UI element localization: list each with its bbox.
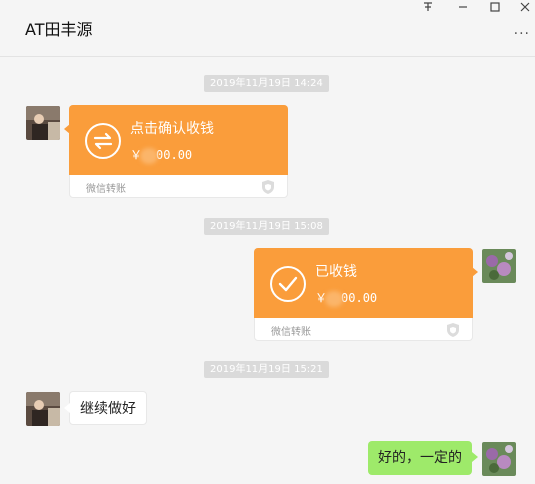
avatar[interactable] bbox=[26, 106, 60, 140]
message-text: 好的，一定的 bbox=[378, 450, 462, 466]
timestamp: 2019年11月19日 15:08 bbox=[204, 218, 329, 235]
checkmark-icon bbox=[269, 265, 307, 303]
message-text: 继续做好 bbox=[80, 401, 136, 417]
transfer-amount: ￥ 00.00 bbox=[130, 147, 193, 164]
shield-icon bbox=[446, 322, 460, 338]
transfer-arrows-icon bbox=[84, 122, 122, 160]
blurred-amount bbox=[325, 290, 344, 307]
minimize-icon[interactable] bbox=[453, 0, 473, 17]
avatar[interactable] bbox=[482, 249, 516, 283]
transfer-footer: 微信转账 bbox=[86, 184, 126, 195]
text-message-sent[interactable]: 好的，一定的 bbox=[368, 441, 478, 475]
chat-title: AT田丰源 bbox=[25, 20, 93, 39]
more-options-icon[interactable]: ··· bbox=[514, 26, 530, 42]
transfer-message-received[interactable]: 已收钱 ￥ 00.00 微信转账 bbox=[254, 248, 478, 341]
transfer-title: 点击确认收钱 bbox=[130, 121, 214, 137]
avatar[interactable] bbox=[482, 442, 516, 476]
shield-icon bbox=[261, 179, 275, 195]
maximize-icon[interactable] bbox=[485, 0, 505, 17]
transfer-title: 已收钱 bbox=[315, 264, 357, 280]
close-icon[interactable] bbox=[515, 0, 535, 17]
timestamp: 2019年11月19日 14:24 bbox=[204, 75, 329, 92]
timestamp: 2019年11月19日 15:21 bbox=[204, 361, 329, 378]
transfer-amount: ￥ 00.00 bbox=[315, 290, 378, 307]
pin-icon[interactable] bbox=[418, 0, 438, 17]
transfer-footer: 微信转账 bbox=[271, 327, 311, 338]
blurred-amount bbox=[140, 147, 159, 164]
chat-header: AT田丰源 ··· bbox=[0, 0, 535, 57]
avatar[interactable] bbox=[26, 392, 60, 426]
transfer-message-pending[interactable]: 点击确认收钱 ￥ 00.00 微信转账 bbox=[64, 105, 288, 198]
text-message-received[interactable]: 继续做好 bbox=[64, 391, 147, 425]
